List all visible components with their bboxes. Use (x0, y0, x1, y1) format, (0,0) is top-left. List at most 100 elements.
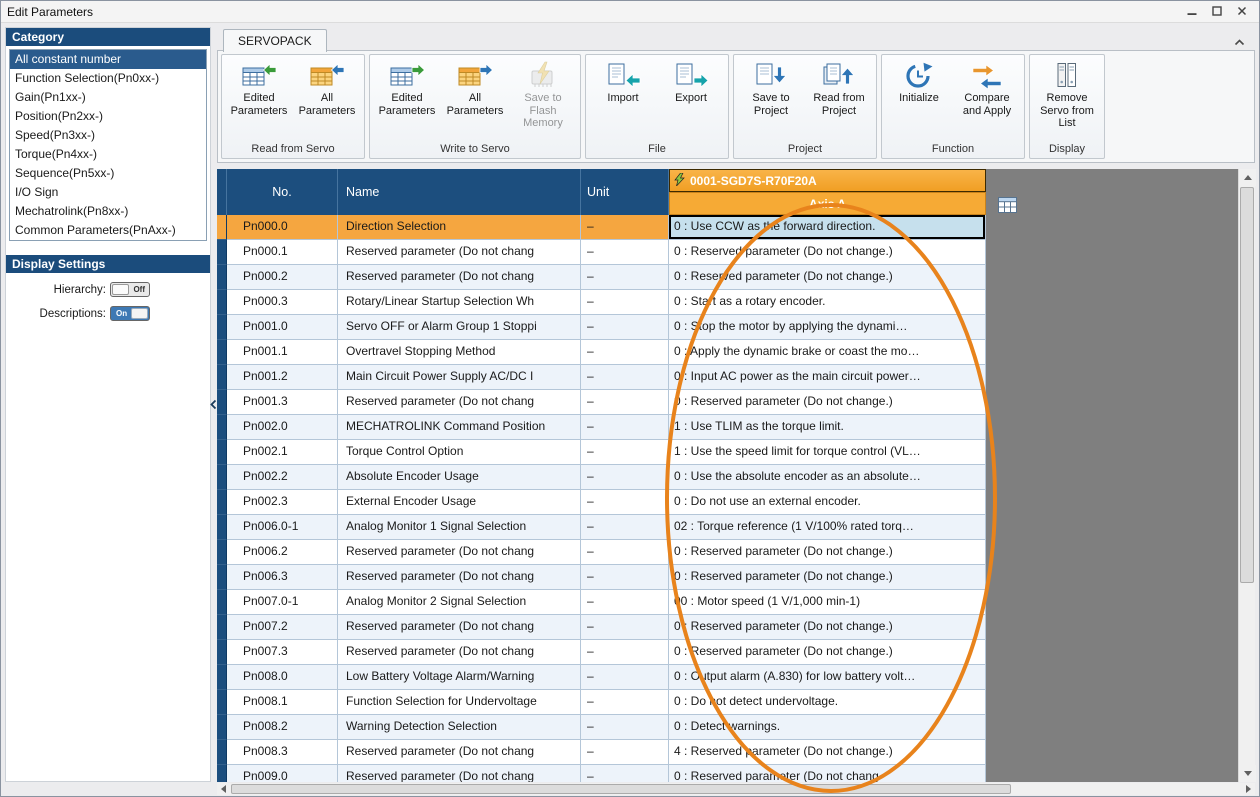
param-no-cell[interactable]: Pn000.3 (227, 290, 338, 315)
param-name-cell[interactable]: Reserved parameter (Do not chang (338, 565, 581, 590)
hierarchy-toggle[interactable]: Off (110, 282, 150, 297)
param-unit-cell[interactable]: – (581, 690, 669, 715)
row-indicator-cell[interactable] (217, 590, 227, 615)
scroll-up-button[interactable] (1239, 169, 1256, 186)
param-unit-cell[interactable]: – (581, 665, 669, 690)
param-value-cell[interactable]: 0 : Input AC power as the main circuit p… (669, 365, 986, 390)
param-unit-cell[interactable]: – (581, 315, 669, 340)
param-name-cell[interactable]: Rotary/Linear Startup Selection Wh (338, 290, 581, 315)
param-unit-cell[interactable]: – (581, 490, 669, 515)
param-value-cell[interactable]: 0 : Do not detect undervoltage. (669, 690, 986, 715)
row-indicator-cell[interactable] (217, 215, 227, 240)
add-column-button[interactable] (998, 197, 1018, 214)
param-name-cell[interactable]: MECHATROLINK Command Position (338, 415, 581, 440)
param-value-cell[interactable]: 0 : Detect warnings. (669, 715, 986, 740)
param-no-cell[interactable]: Pn002.2 (227, 465, 338, 490)
file-import-button[interactable]: Import (589, 57, 657, 141)
param-unit-cell[interactable]: – (581, 540, 669, 565)
param-name-cell[interactable]: Low Battery Voltage Alarm/Warning (338, 665, 581, 690)
vertical-scrollbar[interactable] (1238, 169, 1256, 782)
param-name-cell[interactable]: Analog Monitor 2 Signal Selection (338, 590, 581, 615)
param-name-cell[interactable]: Reserved parameter (Do not chang (338, 640, 581, 665)
row-indicator-cell[interactable] (217, 490, 227, 515)
param-value-cell[interactable]: 0 : Use CCW as the forward direction. (669, 215, 986, 240)
param-value-cell[interactable]: 0 : Apply the dynamic brake or coast the… (669, 340, 986, 365)
param-value-cell[interactable]: 0 : Reserved parameter (Do not change.) (669, 565, 986, 590)
category-item-speed-pn3xx[interactable]: Speed(Pn3xx-) (10, 126, 206, 145)
project-save-to-project-button[interactable]: Save to Project (737, 57, 805, 141)
scroll-right-button[interactable] (1242, 783, 1255, 795)
row-indicator-cell[interactable] (217, 340, 227, 365)
param-name-cell[interactable]: Direction Selection (338, 215, 581, 240)
param-value-cell[interactable]: 0 : Reserved parameter (Do not change.) (669, 640, 986, 665)
servo-column-header[interactable]: 0001-SGD7S-R70F20A Axis A (669, 169, 986, 215)
param-no-cell[interactable]: Pn000.2 (227, 265, 338, 290)
param-unit-cell[interactable]: – (581, 715, 669, 740)
param-unit-cell[interactable]: – (581, 215, 669, 240)
param-value-cell[interactable]: 0 : Start as a rotary encoder. (669, 290, 986, 315)
param-unit-cell[interactable]: – (581, 290, 669, 315)
row-indicator-cell[interactable] (217, 715, 227, 740)
row-indicator-cell[interactable] (217, 740, 227, 765)
param-value-cell[interactable]: 0 : Reserved parameter (Do not change.) (669, 240, 986, 265)
param-name-cell[interactable]: External Encoder Usage (338, 490, 581, 515)
param-value-cell[interactable]: 4 : Reserved parameter (Do not change.) (669, 740, 986, 765)
row-indicator-cell[interactable] (217, 765, 227, 782)
param-name-cell[interactable]: Reserved parameter (Do not chang (338, 265, 581, 290)
param-value-cell[interactable]: 1 : Use the speed limit for torque contr… (669, 440, 986, 465)
param-name-cell[interactable]: Reserved parameter (Do not chang (338, 390, 581, 415)
close-button[interactable] (1231, 4, 1253, 20)
param-no-cell[interactable]: Pn002.0 (227, 415, 338, 440)
category-item-sequence-pn5xx[interactable]: Sequence(Pn5xx-) (10, 164, 206, 183)
param-unit-cell[interactable]: – (581, 265, 669, 290)
category-item-position-pn2xx[interactable]: Position(Pn2xx-) (10, 107, 206, 126)
param-no-cell[interactable]: Pn006.2 (227, 540, 338, 565)
param-name-cell[interactable]: Warning Detection Selection (338, 715, 581, 740)
param-unit-cell[interactable]: – (581, 365, 669, 390)
param-name-cell[interactable]: Main Circuit Power Supply AC/DC I (338, 365, 581, 390)
scroll-down-button[interactable] (1239, 765, 1256, 782)
row-indicator-cell[interactable] (217, 240, 227, 265)
param-value-cell[interactable]: 00 : Motor speed (1 V/1,000 min-1) (669, 590, 986, 615)
servo-axis-header[interactable]: Axis A (669, 192, 986, 215)
param-no-cell[interactable]: Pn006.0-1 (227, 515, 338, 540)
param-value-cell[interactable]: 02 : Torque reference (1 V/100% rated to… (669, 515, 986, 540)
param-name-cell[interactable]: Reserved parameter (Do not chang (338, 740, 581, 765)
param-no-cell[interactable]: Pn001.0 (227, 315, 338, 340)
category-item-i-o-sign[interactable]: I/O Sign (10, 183, 206, 202)
param-unit-cell[interactable]: – (581, 240, 669, 265)
param-no-cell[interactable]: Pn008.3 (227, 740, 338, 765)
param-unit-cell[interactable]: – (581, 440, 669, 465)
write-to-servo-all-parameters-button[interactable]: All Parameters (441, 57, 509, 141)
param-name-cell[interactable]: Overtravel Stopping Method (338, 340, 581, 365)
function-initialize-button[interactable]: Initialize (885, 57, 953, 141)
param-unit-cell[interactable]: – (581, 515, 669, 540)
function-compare-and-apply-button[interactable]: Compare and Apply (953, 57, 1021, 141)
row-indicator-cell[interactable] (217, 390, 227, 415)
param-no-cell[interactable]: Pn000.0 (227, 215, 338, 240)
param-value-cell[interactable]: 0 : Output alarm (A.830) for low battery… (669, 665, 986, 690)
category-item-gain-pn1xx[interactable]: Gain(Pn1xx-) (10, 88, 206, 107)
param-value-cell[interactable]: 0 : Reserved parameter (Do not change.) (669, 265, 986, 290)
ribbon-collapse-button[interactable] (1234, 35, 1245, 49)
param-name-cell[interactable]: Analog Monitor 1 Signal Selection (338, 515, 581, 540)
horizontal-scrollbar-thumb[interactable] (231, 784, 1011, 794)
row-indicator-cell[interactable] (217, 415, 227, 440)
param-unit-cell[interactable]: – (581, 765, 669, 782)
param-name-cell[interactable]: Reserved parameter (Do not chang (338, 765, 581, 782)
param-unit-cell[interactable]: – (581, 415, 669, 440)
param-no-cell[interactable]: Pn001.2 (227, 365, 338, 390)
column-header-name[interactable]: Name (338, 169, 581, 215)
param-no-cell[interactable]: Pn007.0-1 (227, 590, 338, 615)
write-to-servo-edited-parameters-button[interactable]: Edited Parameters (373, 57, 441, 141)
column-header-no[interactable]: No. (227, 169, 338, 215)
scroll-left-button[interactable] (217, 783, 230, 795)
param-name-cell[interactable]: Torque Control Option (338, 440, 581, 465)
row-indicator-cell[interactable] (217, 265, 227, 290)
param-no-cell[interactable]: Pn008.2 (227, 715, 338, 740)
param-no-cell[interactable]: Pn000.1 (227, 240, 338, 265)
param-name-cell[interactable]: Reserved parameter (Do not chang (338, 540, 581, 565)
category-item-common-parameters-pnaxx[interactable]: Common Parameters(PnAxx-) (10, 221, 206, 240)
param-value-cell[interactable]: 0 : Reserved parameter (Do not chang (669, 765, 986, 782)
row-indicator-cell[interactable] (217, 315, 227, 340)
